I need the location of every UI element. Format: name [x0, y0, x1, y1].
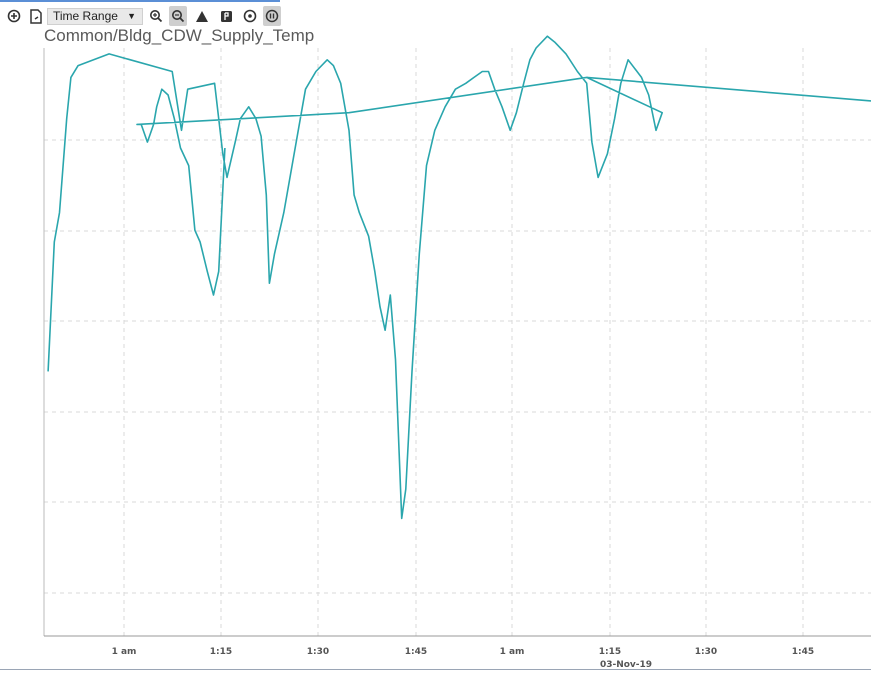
- x-tick-label: 1:30: [307, 647, 329, 657]
- x-tick-label: 1 am: [112, 647, 137, 657]
- x-tick-label: 1:15: [599, 647, 621, 657]
- x-tick-label: 1 am: [500, 647, 525, 657]
- x-tick-label: 1:15: [210, 647, 232, 657]
- line-chart[interactable]: 1 am 1:15 1:30 1:45 1 am 1:15 1:30 1:4503-Nov-1…: [0, 0, 871, 673]
- series-line: [47, 35, 664, 520]
- bottom-border: [0, 669, 871, 674]
- x-tick-label: 1:30: [695, 647, 717, 657]
- x-tick-label: 1:45: [792, 647, 814, 657]
- x-tick-label: 1:45: [405, 647, 427, 657]
